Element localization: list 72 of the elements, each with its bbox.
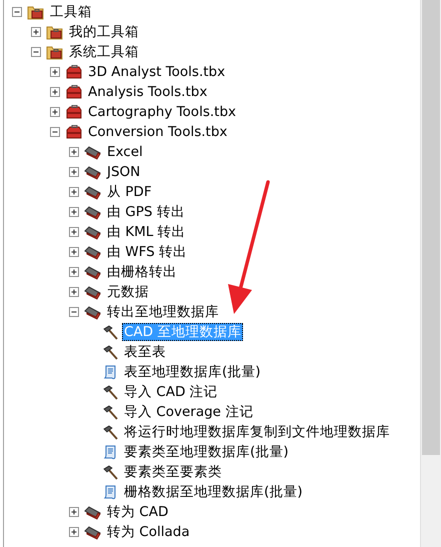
script-icon bbox=[103, 364, 118, 380]
tree-item[interactable]: Cartography Tools.tbx bbox=[86, 103, 238, 121]
tree-item[interactable]: 由 KML 转出 bbox=[105, 223, 188, 241]
tree-item[interactable]: 系统工具箱 bbox=[67, 43, 141, 61]
toolbox-icon bbox=[65, 64, 82, 80]
toolbox-folder-icon bbox=[46, 44, 63, 60]
tree-item[interactable]: 元数据 bbox=[105, 283, 151, 301]
expand-toggle[interactable] bbox=[69, 286, 80, 298]
expand-toggle[interactable] bbox=[50, 106, 61, 118]
tree-item[interactable]: 要素类至地理数据库(批量) bbox=[122, 443, 291, 461]
tree-item[interactable]: Conversion Tools.tbx bbox=[86, 123, 230, 141]
toolset-icon bbox=[84, 504, 101, 520]
toolset-icon bbox=[84, 144, 101, 160]
hammer-icon bbox=[103, 344, 118, 360]
toolset-icon bbox=[84, 184, 101, 200]
expand-toggle[interactable] bbox=[69, 506, 80, 518]
tree-item[interactable]: 将运行时地理数据库复制到文件地理数据库 bbox=[122, 423, 392, 441]
tree-item[interactable]: 转为 CAD bbox=[105, 503, 170, 521]
script-icon bbox=[103, 484, 118, 500]
tree-item[interactable]: 要素类至要素类 bbox=[122, 463, 224, 481]
tree-item[interactable]: Excel bbox=[105, 143, 145, 161]
toolbox-icon bbox=[65, 124, 82, 140]
expand-toggle[interactable] bbox=[69, 526, 80, 538]
toolset-icon bbox=[84, 224, 101, 240]
hammer-icon bbox=[103, 324, 118, 340]
expand-toggle[interactable] bbox=[69, 266, 80, 278]
tree-item[interactable]: 转为 Collada bbox=[105, 523, 192, 541]
expand-toggle[interactable] bbox=[69, 246, 80, 258]
expand-toggle[interactable] bbox=[69, 186, 80, 198]
tree-item[interactable]: 我的工具箱 bbox=[67, 23, 141, 41]
toolset-icon bbox=[84, 524, 101, 540]
tree-item[interactable]: Analysis Tools.tbx bbox=[86, 83, 210, 101]
expand-toggle[interactable] bbox=[69, 206, 80, 218]
tree-item[interactable]: 3D Analyst Tools.tbx bbox=[86, 63, 228, 81]
tree-item[interactable]: 转出至地理数据库 bbox=[105, 303, 221, 321]
toolbox-folder-icon bbox=[27, 4, 44, 20]
expand-toggle[interactable] bbox=[69, 166, 80, 178]
expand-toggle[interactable] bbox=[50, 86, 61, 98]
expand-toggle[interactable] bbox=[31, 26, 42, 38]
tree-item[interactable]: 表至表 bbox=[122, 343, 168, 361]
hammer-icon bbox=[103, 464, 118, 480]
expand-toggle[interactable] bbox=[50, 66, 61, 78]
toolset-icon bbox=[84, 244, 101, 260]
toolset-icon bbox=[84, 204, 101, 220]
collapse-toggle[interactable] bbox=[31, 46, 42, 58]
expand-toggle[interactable] bbox=[69, 226, 80, 238]
hammer-icon bbox=[103, 404, 118, 420]
tree-item[interactable]: 从 PDF bbox=[105, 183, 154, 201]
script-icon bbox=[103, 444, 118, 460]
tree-item[interactable]: 表至地理数据库(批量) bbox=[122, 363, 263, 381]
toolbox-folder-icon bbox=[46, 24, 63, 40]
hammer-icon bbox=[103, 424, 118, 440]
tree-item[interactable]: 导入 CAD 注记 bbox=[122, 383, 220, 401]
expand-toggle[interactable] bbox=[69, 146, 80, 158]
toolset-icon bbox=[84, 264, 101, 280]
tree-item[interactable]: 导入 Coverage 注记 bbox=[122, 403, 256, 421]
scrollbar-thumb[interactable] bbox=[422, 0, 440, 455]
collapse-toggle[interactable] bbox=[50, 126, 61, 138]
toolbox-icon bbox=[65, 84, 82, 100]
toolset-icon bbox=[84, 304, 101, 320]
tree-item[interactable]: 工具箱 bbox=[48, 3, 94, 21]
toolbox-icon bbox=[65, 104, 82, 120]
tree-item[interactable]: 由 WFS 转出 bbox=[105, 243, 190, 261]
tree-item[interactable]: 由栅格转出 bbox=[105, 263, 179, 281]
hammer-icon bbox=[103, 384, 118, 400]
collapse-toggle[interactable] bbox=[69, 306, 80, 318]
tree-item[interactable]: JSON bbox=[105, 163, 142, 181]
toolset-icon bbox=[84, 164, 101, 180]
tree-item[interactable]: 由 GPS 转出 bbox=[105, 203, 187, 221]
collapse-toggle[interactable] bbox=[12, 6, 23, 18]
tree-item[interactable]: 栅格数据至地理数据库(批量) bbox=[122, 483, 305, 501]
toolset-icon bbox=[84, 284, 101, 300]
